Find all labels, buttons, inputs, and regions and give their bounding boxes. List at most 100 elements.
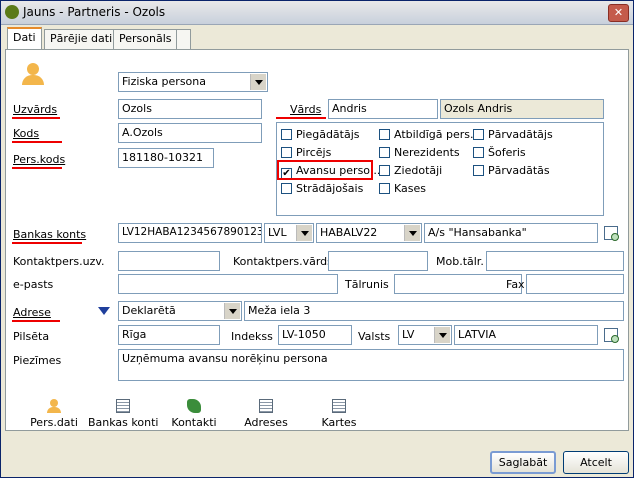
role-nerezidents[interactable]: Nerezidents [379,146,460,159]
kontaktpers-vards-label: Kontaktpers.vārds [233,255,333,268]
tool-bankas-konti[interactable]: Bankas konti [88,399,158,429]
checkbox-icon[interactable] [379,129,390,140]
tab-personals[interactable]: Personāls [113,29,178,49]
country-name-field: LATVIA [454,325,598,345]
cancel-button[interactable]: Atcelt [563,451,629,474]
notes-field[interactable]: Uzņēmuma avansu norēķinu persona [118,349,624,381]
person-icon [47,399,61,413]
role-ziedotaji[interactable]: Ziedotāji [379,164,442,177]
role-atbildiga[interactable]: Atbildīgā pers... [379,128,481,141]
adrese-highlight [12,320,60,322]
bankas-konts-label: Bankas konts [13,228,87,241]
arrow-down-icon[interactable] [98,307,110,315]
kontaktpers-uzv-field[interactable] [118,251,220,271]
role-soferis[interactable]: Šoferis [473,146,526,159]
roles-group: Piegādātājs Atbildīgā pers... Pārvadātāj… [276,122,604,216]
piezimes-label: Piezīmes [13,354,62,367]
person-type-select[interactable]: Fiziska persona [118,72,268,92]
kods-highlight [12,141,62,143]
pilseta-label: Pilsēta [13,330,50,343]
role-kases[interactable]: Kases [379,182,426,195]
person-icon-head [50,399,58,407]
valsts-label: Valsts [358,330,391,343]
uzvards-highlight [12,117,60,119]
partner-dialog: Jauns - Partneris - Ozols ✕ Dati Pārējie… [0,0,634,478]
checkbox-icon[interactable] [473,129,484,140]
list-icon [332,399,346,413]
uzvards-field[interactable]: Ozols [118,99,262,119]
role-pircejs[interactable]: Pircējs [281,146,331,159]
tool-pers-dati[interactable]: Pers.dati [24,399,84,429]
address-type-select[interactable]: Deklarētā [118,301,242,321]
role-stradajosais[interactable]: Strādājošais [281,182,363,195]
pers-kods-field[interactable]: 181180-10321 [118,148,214,168]
kontaktpers-vards-field[interactable] [328,251,428,271]
title-bar: Jauns - Partneris - Ozols ✕ [1,1,633,25]
list-icon [116,399,130,413]
bankas-konts-highlight [12,242,82,244]
city-field[interactable]: Rīga [118,325,220,345]
pers-kods-highlight [12,167,62,169]
fax-label: Fax [506,278,525,291]
kods-field[interactable]: A.Ozols [118,123,262,143]
tool-kartes[interactable]: Kartes [311,399,367,429]
checkbox-icon[interactable] [379,183,390,194]
uzvards-label: Uzvārds [13,103,58,116]
tab-empty [176,29,191,49]
bank-code-select[interactable]: HABALV22 [316,223,422,243]
tab-dati[interactable]: Dati [7,27,42,49]
person-icon-body [22,75,44,85]
tab-parejie-dati[interactable]: Pārējie dati [44,29,119,49]
e-pasts-field[interactable] [118,274,338,294]
country-lookup-icon[interactable] [604,328,619,343]
bank-lookup-icon[interactable] [604,226,619,241]
full-name-field: Ozols Andris [440,99,604,119]
person-icon [27,63,39,75]
role-piegadatajs[interactable]: Piegādātājs [281,128,360,141]
handshake-icon [187,399,201,413]
kods-label: Kods [13,127,40,140]
mob-talr-label: Mob.tālr. [436,255,484,268]
kontaktpers-uzv-label: Kontaktpers.uzv. [13,255,105,268]
index-field[interactable]: LV-1050 [278,325,352,345]
checkbox-icon[interactable] [473,147,484,158]
vards-field[interactable]: Andris [328,99,438,119]
vards-label: Vārds [290,103,322,116]
country-code-select[interactable]: LV [398,325,452,345]
indekss-label: Indekss [231,330,273,343]
mob-talr-field[interactable] [486,251,624,271]
chevron-down-icon[interactable] [250,74,266,90]
data-panel: Fiziska persona Uzvārds Ozols Vārds Andr… [5,49,629,431]
checkbox-icon[interactable] [281,147,292,158]
currency-select[interactable]: LVL [264,223,314,243]
checkbox-icon[interactable] [379,165,390,176]
e-pasts-label: e-pasts [13,278,54,291]
checkbox-icon[interactable] [473,165,484,176]
person-icon-body [47,407,61,413]
person-type-value: Fiziska persona [122,75,207,88]
bank-name-field: A/s "Hansabanka" [424,223,598,243]
checkbox-icon[interactable] [379,147,390,158]
role-parvadatas[interactable]: Pārvadātās [473,164,550,177]
vards-highlight [276,117,326,119]
tool-kontakti[interactable]: Kontakti [166,399,222,429]
chevron-down-icon[interactable] [224,303,240,319]
adrese-label: Adrese [13,306,51,319]
chevron-down-icon[interactable] [296,225,312,241]
tool-adreses[interactable]: Adreses [238,399,294,429]
app-tree-icon [5,5,19,19]
address-field[interactable]: Meža iela 3 [244,301,624,321]
checkbox-icon[interactable] [281,129,292,140]
list-icon [259,399,273,413]
checkbox-icon[interactable] [281,183,292,194]
pers-kods-label: Pers.kods [13,153,66,166]
role-parvadatajs[interactable]: Pārvadātājs [473,128,553,141]
window-title: Jauns - Partneris - Ozols [23,5,166,19]
chevron-down-icon[interactable] [404,225,420,241]
fax-field[interactable] [526,274,624,294]
close-button[interactable]: ✕ [608,4,629,22]
chevron-down-icon[interactable] [434,327,450,343]
save-button[interactable]: Saglabāt [490,451,556,474]
talrunis-field[interactable] [394,274,522,294]
bank-account-field[interactable]: LV12HABA1234567890123 [118,223,262,243]
